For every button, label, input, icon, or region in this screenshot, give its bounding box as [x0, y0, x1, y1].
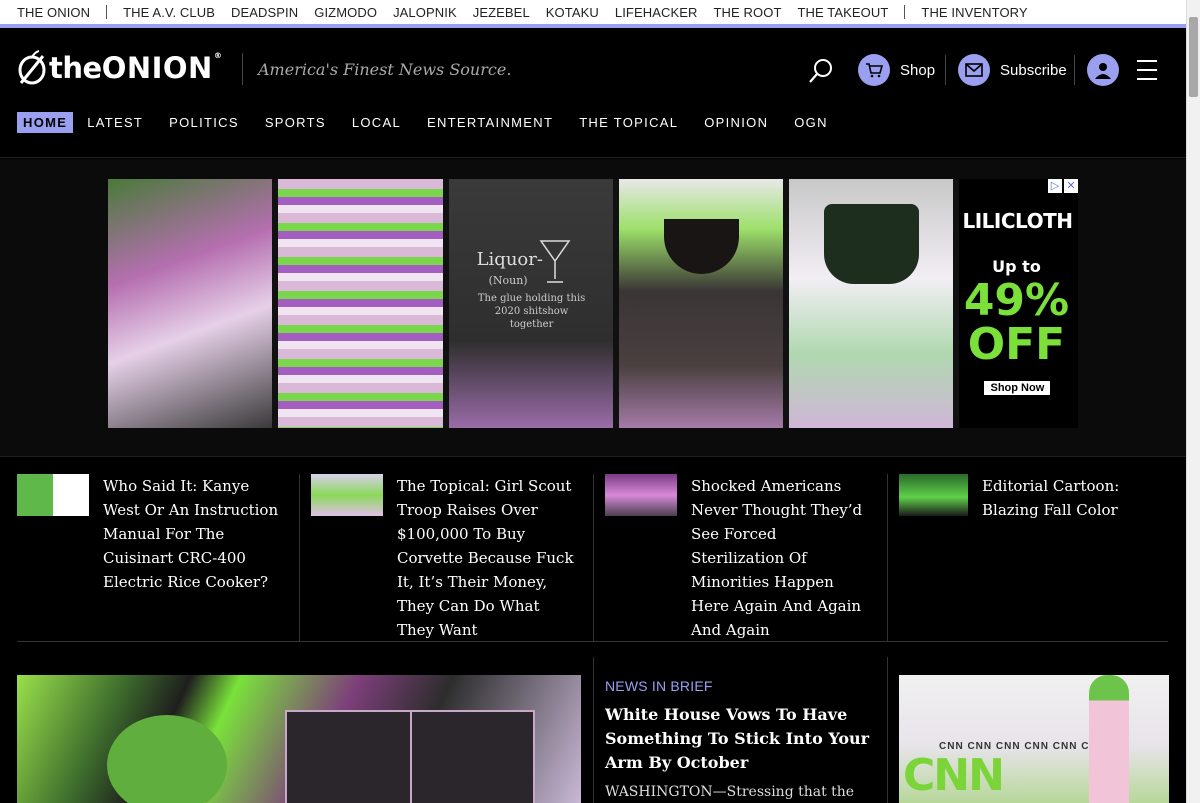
feature-signed-card: [285, 710, 535, 803]
cnn-story-image[interactable]: CNN CNN CNN CNN CNN CNN CNN: [899, 675, 1169, 803]
main-nav: HOME LATEST POLITICS SPORTS LOCAL ENTERT…: [17, 112, 854, 133]
ad-brand: LILICLOTH: [962, 209, 1073, 233]
ad-scarf: [824, 204, 920, 284]
logo-onion: ONION: [101, 51, 213, 85]
news-in-brief: NEWS IN BRIEF White House Vows To Have S…: [605, 678, 875, 803]
nav-item-sports[interactable]: SPORTS: [265, 112, 332, 133]
logo-the: the: [49, 51, 102, 85]
ad-choices: ▷ ✕: [1046, 179, 1078, 193]
network-link-av-club[interactable]: THE A.V. CLUB: [123, 5, 215, 20]
network-separator: [106, 5, 108, 19]
ad-product-liquor-sweater[interactable]: Liquor- (Noun) The glue holding this 202…: [448, 179, 613, 428]
headline-item[interactable]: Shocked Americans Never Thought They’d S…: [593, 474, 887, 641]
mail-icon: [958, 54, 990, 86]
network-link-jezebel[interactable]: JEZEBEL: [473, 5, 530, 20]
page-scrollbar[interactable]: [1186, 0, 1200, 803]
network-bar: THE ONION THE A.V. CLUB DEADSPIN GIZMODO…: [0, 0, 1186, 24]
subscribe-button[interactable]: Subscribe: [958, 53, 1067, 87]
network-link-lifehacker[interactable]: LIFEHACKER: [615, 5, 698, 20]
headline-thumbnail[interactable]: [899, 474, 968, 516]
nav-item-local[interactable]: LOCAL: [352, 112, 407, 133]
network-link-the-takeout[interactable]: THE TAKEOUT: [797, 5, 888, 20]
ad-product-scarf[interactable]: [789, 179, 954, 428]
headline-thumbnail[interactable]: [17, 474, 89, 516]
banner-ad[interactable]: Liquor- (Noun) The glue holding this 202…: [108, 179, 1078, 428]
feature-figure: [107, 715, 227, 803]
headline-title[interactable]: Editorial Cartoon: Blazing Fall Color: [982, 474, 1154, 641]
logo-registered: ®: [213, 51, 222, 60]
nav-item-ogn[interactable]: OGN: [794, 112, 834, 133]
ad-glue-text: The glue holding this 2020 shitshow toge…: [477, 293, 586, 330]
user-avatar-icon[interactable]: [1087, 54, 1119, 86]
ad-close-icon[interactable]: ✕: [1063, 179, 1078, 193]
ad-noun-text: (Noun): [488, 274, 528, 287]
tagline: America's Finest News Source.: [258, 60, 512, 79]
search-icon[interactable]: [808, 58, 834, 84]
headline-item[interactable]: The Topical: Girl Scout Troop Raises Ove…: [299, 474, 593, 641]
brief-kicker[interactable]: NEWS IN BRIEF: [605, 678, 875, 694]
nav-item-home[interactable]: HOME: [17, 112, 74, 133]
headline-title[interactable]: Who Said It: Kanye West Or An Instructio…: [103, 474, 285, 641]
martini-glass-icon: [539, 240, 571, 283]
headline-item[interactable]: Who Said It: Kanye West Or An Instructio…: [17, 474, 299, 641]
network-link-gizmodo[interactable]: GIZMODO: [314, 5, 377, 20]
column-divider: [593, 657, 594, 803]
network-link-kotaku[interactable]: KOTAKU: [546, 5, 599, 20]
cnn-figure: [1089, 675, 1129, 803]
network-link-the-inventory[interactable]: THE INVENTORY: [921, 5, 1027, 20]
ad-offer-panel[interactable]: LILICLOTH Up to 49% OFF Shop Now ▷ ✕: [959, 179, 1078, 428]
feature-image[interactable]: [17, 675, 581, 803]
column-divider: [887, 657, 888, 803]
headline-item[interactable]: Editorial Cartoon: Blazing Fall Color: [887, 474, 1168, 641]
ad-zone: Liquor- (Noun) The glue holding this 202…: [0, 159, 1186, 457]
network-link-deadspin[interactable]: DEADSPIN: [231, 5, 298, 20]
nav-item-latest[interactable]: LATEST: [87, 112, 149, 133]
logo-wordmark: theONION®: [49, 51, 222, 85]
menu-icon[interactable]: [1137, 60, 1157, 80]
nav-item-opinion[interactable]: OPINION: [704, 112, 774, 133]
brief-title[interactable]: White House Vows To Have Something To St…: [605, 703, 875, 775]
cart-icon: [858, 54, 890, 86]
onion-logo-icon: [18, 50, 46, 85]
nav-item-entertainment[interactable]: ENTERTAINMENT: [427, 112, 559, 133]
subscribe-label: Subscribe: [1000, 61, 1067, 79]
ad-product-cat-sweater[interactable]: [108, 179, 273, 428]
header-divider: [1074, 55, 1075, 85]
ad-neckline: [663, 219, 739, 274]
ad-product-sweater[interactable]: [618, 179, 784, 428]
network-separator: [904, 5, 906, 19]
shop-button[interactable]: Shop: [858, 53, 935, 87]
ad-product-socks[interactable]: [278, 179, 443, 428]
ad-liquor-text: Liquor-: [476, 249, 543, 270]
shop-label: Shop: [900, 61, 936, 79]
header-divider: [945, 55, 946, 85]
network-link-the-root[interactable]: THE ROOT: [714, 5, 782, 20]
tagline-divider: [242, 53, 243, 85]
ad-discount: 49% OFF: [963, 275, 1070, 370]
nav-item-politics[interactable]: POLITICS: [169, 112, 245, 133]
network-link-the-onion[interactable]: THE ONION: [17, 5, 90, 20]
headline-thumbnail[interactable]: [605, 474, 677, 516]
nav-item-the-topical[interactable]: THE TOPICAL: [579, 112, 684, 133]
brief-body: WASHINGTON—Stressing that the: [605, 784, 855, 800]
network-link-jalopnik[interactable]: JALOPNIK: [393, 5, 457, 20]
headline-title[interactable]: The Topical: Girl Scout Troop Raises Ove…: [397, 474, 579, 641]
site-header: theONION® America's Finest News Source. …: [0, 28, 1186, 158]
scrollbar-thumb[interactable]: [1189, 17, 1198, 97]
ad-up-to: Up to: [992, 257, 1041, 276]
cnn-logo: CNN: [903, 750, 1005, 801]
headline-row: Who Said It: Kanye West Or An Instructio…: [17, 474, 1168, 642]
site-logo[interactable]: theONION®: [17, 50, 222, 86]
ad-choices-icon[interactable]: ▷: [1047, 179, 1062, 193]
headline-title[interactable]: Shocked Americans Never Thought They’d S…: [691, 474, 873, 641]
ad-shop-now-button[interactable]: Shop Now: [984, 381, 1051, 395]
headline-thumbnail[interactable]: [311, 474, 383, 516]
